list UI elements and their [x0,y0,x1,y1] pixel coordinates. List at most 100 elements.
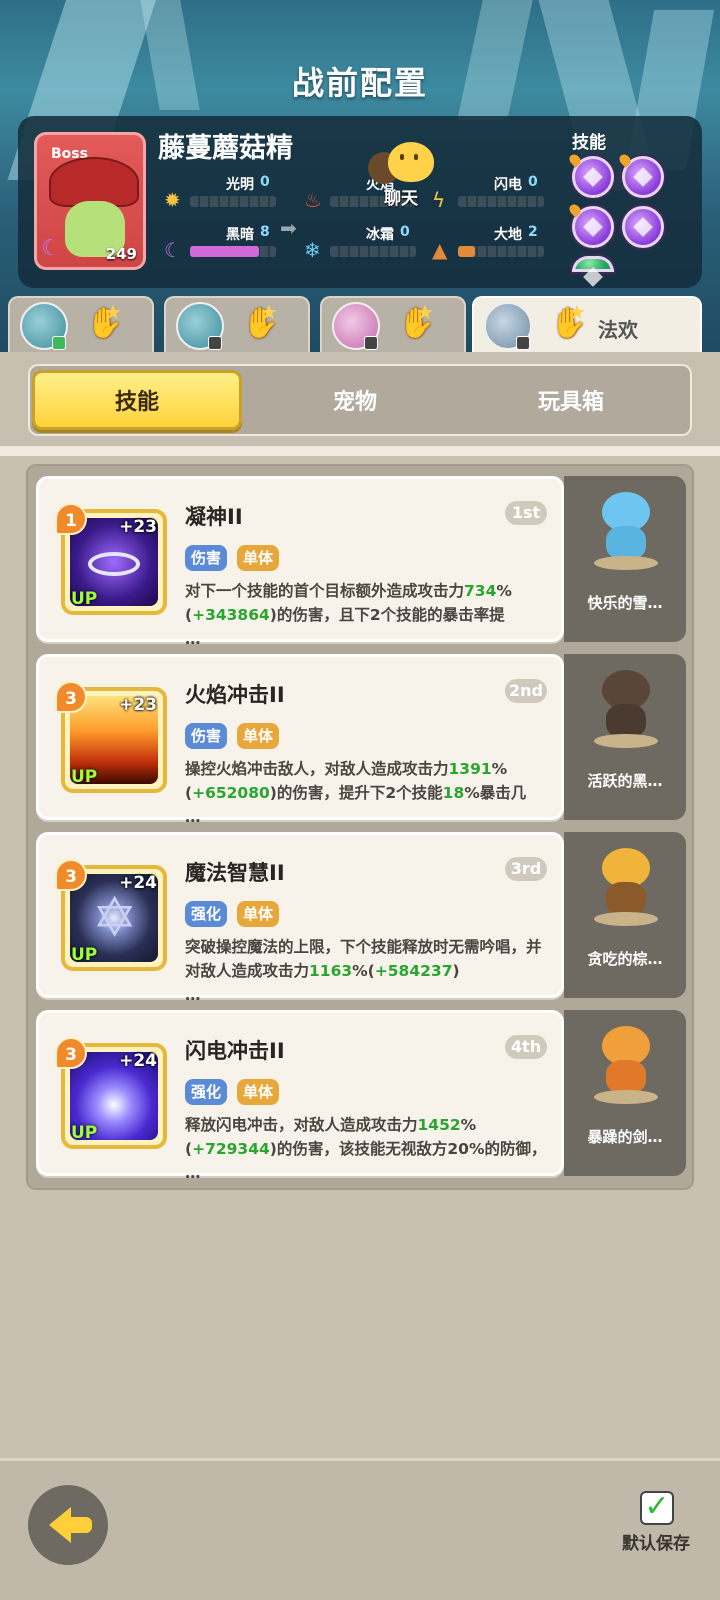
attr-light: ✹ 光明 0 [164,174,304,214]
pet-slot[interactable]: 暴躁的剑… [564,1010,686,1176]
type-tag: 伤害 [185,723,228,749]
content-panel: 技能 宠物 玩具箱 +23 UP 1 凝神II 1st 伤害 单体 对下一个技能… [0,352,720,1458]
star-icon: ★ [104,300,122,324]
back-button[interactable] [28,1485,108,1565]
dark-moon-icon: ☾ [41,236,61,261]
team-tab-1[interactable]: ✋ ★ [8,296,154,356]
star-icon: ★ [416,300,434,324]
pet-bear-icon [594,848,658,928]
order-badge: 2nd [505,679,547,703]
pet-boar-icon [594,670,658,750]
attr-earth: ▲ 大地 2 [432,224,572,264]
attr-fill [458,246,476,257]
attr-bar [458,196,544,207]
up-label: UP [71,945,98,965]
upgrade-count: +24 [119,1051,157,1071]
skill-title: 火焰冲击II [185,683,285,707]
status-icon [208,336,222,350]
divider [0,446,720,456]
status-icon [364,336,378,350]
pet-name: 活跃的黑… [587,772,663,790]
flame-icon: ♨ [304,188,322,212]
target-tag: 单体 [237,901,280,927]
skill-card[interactable]: +23 UP 3 火焰冲击II 2nd 伤害 单体 操控火焰冲击敌人，对敌人造成… [36,654,564,826]
skill-description: 突破操控魔法的上限，下个技能释放时无需吟唱，并对敌人造成攻击力1163%(+58… [185,938,542,1004]
type-tag: 伤害 [185,545,228,571]
sub-tab-bar: 技能 宠物 玩具箱 [28,364,692,436]
bottom-bar: ✓ 默认保存 [0,1458,720,1600]
tab-toybox[interactable]: 玩具箱 [466,370,676,430]
team-tab-4[interactable]: ✋ ★ 法欢 [472,296,702,356]
boss-name: 藤蔓蘑菇精 [158,133,293,164]
battle-scene-background: 战前配置 Boss ☾ 249 藤蔓蘑菇精 ✹ 光明 0 ♨ 火焰 ϟ 闪电 0 [0,0,720,360]
attr-bar [190,196,276,207]
skill-list: +23 UP 1 凝神II 1st 伤害 单体 对下一个技能的首个目标额外造成攻… [26,464,694,1190]
flame-badge: 3 [55,681,87,713]
skill-description: 释放闪电冲击，对敌人造成攻击力1452%(+729344)的伤害，该技能无视敌方… [185,1116,547,1182]
default-save-checkbox[interactable]: ✓ [640,1491,674,1525]
up-label: UP [71,1123,98,1143]
order-badge: 4th [505,1035,547,1059]
skill-description: 操控火焰冲击敌人，对敌人造成攻击力1391%(+652080)的伤害，提升下2个… [185,760,527,826]
tab-pets[interactable]: 宠物 [250,370,460,430]
attr-fill [190,246,259,257]
flame-badge: 3 [55,859,87,891]
skill-title: 魔法智慧II [185,861,285,885]
chat-icon[interactable] [388,142,434,182]
boss-level: 249 [105,245,137,263]
attr-frost: ❄ 冰霜 0 [304,224,444,264]
skill-icon[interactable]: +23 UP 1 [55,503,167,615]
up-label: UP [71,589,98,609]
default-save-label[interactable]: 默认保存 [622,1529,690,1554]
page-title: 战前配置 [291,64,428,102]
target-tag: 单体 [237,723,280,749]
order-badge: 3rd [505,857,547,881]
attr-lightning: ϟ 闪电 0 [432,174,572,214]
skill-icon[interactable]: ✡ +24 UP 3 [55,859,167,971]
eye-shape [88,552,140,576]
cycle-arrow-icon: ➡ [280,216,297,240]
attr-bar [190,246,276,257]
pet-slot[interactable]: 贪吃的棕… [564,832,686,998]
pet-swordsman-icon [594,1026,658,1106]
attr-bar [458,246,544,257]
skill-title: 闪电冲击II [185,1039,285,1063]
status-icon [52,336,66,350]
attr-bar [330,246,416,257]
pet-slot[interactable]: 活跃的黑… [564,654,686,820]
chat-label[interactable]: 聊天 [384,184,418,209]
star-icon: ★ [568,300,586,324]
skill-card[interactable]: +24 UP 3 闪电冲击II 4th 强化 单体 释放闪电冲击，对敌人造成攻击… [36,1010,564,1182]
skill-icon[interactable]: +24 UP 3 [55,1037,167,1149]
boss-portrait[interactable]: Boss ☾ 249 [34,132,146,270]
mountain-icon: ▲ [432,238,448,262]
target-tag: 单体 [237,545,280,571]
upgrade-count: +23 [119,695,157,715]
tab-skills[interactable]: 技能 [32,370,242,430]
skill-icon[interactable]: +23 UP 3 [55,681,167,793]
pet-slot[interactable]: 快乐的雪… [564,476,686,642]
skill-card[interactable]: +23 UP 1 凝神II 1st 伤害 单体 对下一个技能的首个目标额外造成攻… [36,476,564,648]
boss-skill-orb[interactable] [622,206,664,248]
up-label: UP [71,767,98,787]
type-tag: 强化 [185,901,228,927]
pet-snow-icon [594,492,658,572]
skill-card[interactable]: ✡ +24 UP 3 魔法智慧II 3rd 强化 单体 突破操控魔法的上限，下个… [36,832,564,1004]
flame-badge: 3 [55,1037,87,1069]
team-tab-2[interactable]: ✋ ★ [164,296,310,356]
pet-name: 贪吃的棕… [587,950,663,968]
upgrade-count: +23 [119,517,157,537]
sun-icon: ✹ [164,188,181,212]
boss-skills-label: 技能 [572,133,606,153]
team-tab-3[interactable]: ✋ ★ [320,296,466,356]
type-tag: 强化 [185,1079,228,1105]
target-tag: 单体 [237,1079,280,1105]
skill-description: 对下一个技能的首个目标额外造成攻击力734%(+343864)的伤害，且下2个技… [185,582,512,648]
upgrade-count: +24 [119,873,157,893]
snowflake-icon: ❄ [304,238,321,262]
boss-skill-orb[interactable] [572,256,614,272]
star-icon: ★ [260,300,278,324]
pet-name: 快乐的雪… [587,594,663,612]
skill-title: 凝神II [185,505,243,529]
lightning-icon: ϟ [432,188,446,212]
